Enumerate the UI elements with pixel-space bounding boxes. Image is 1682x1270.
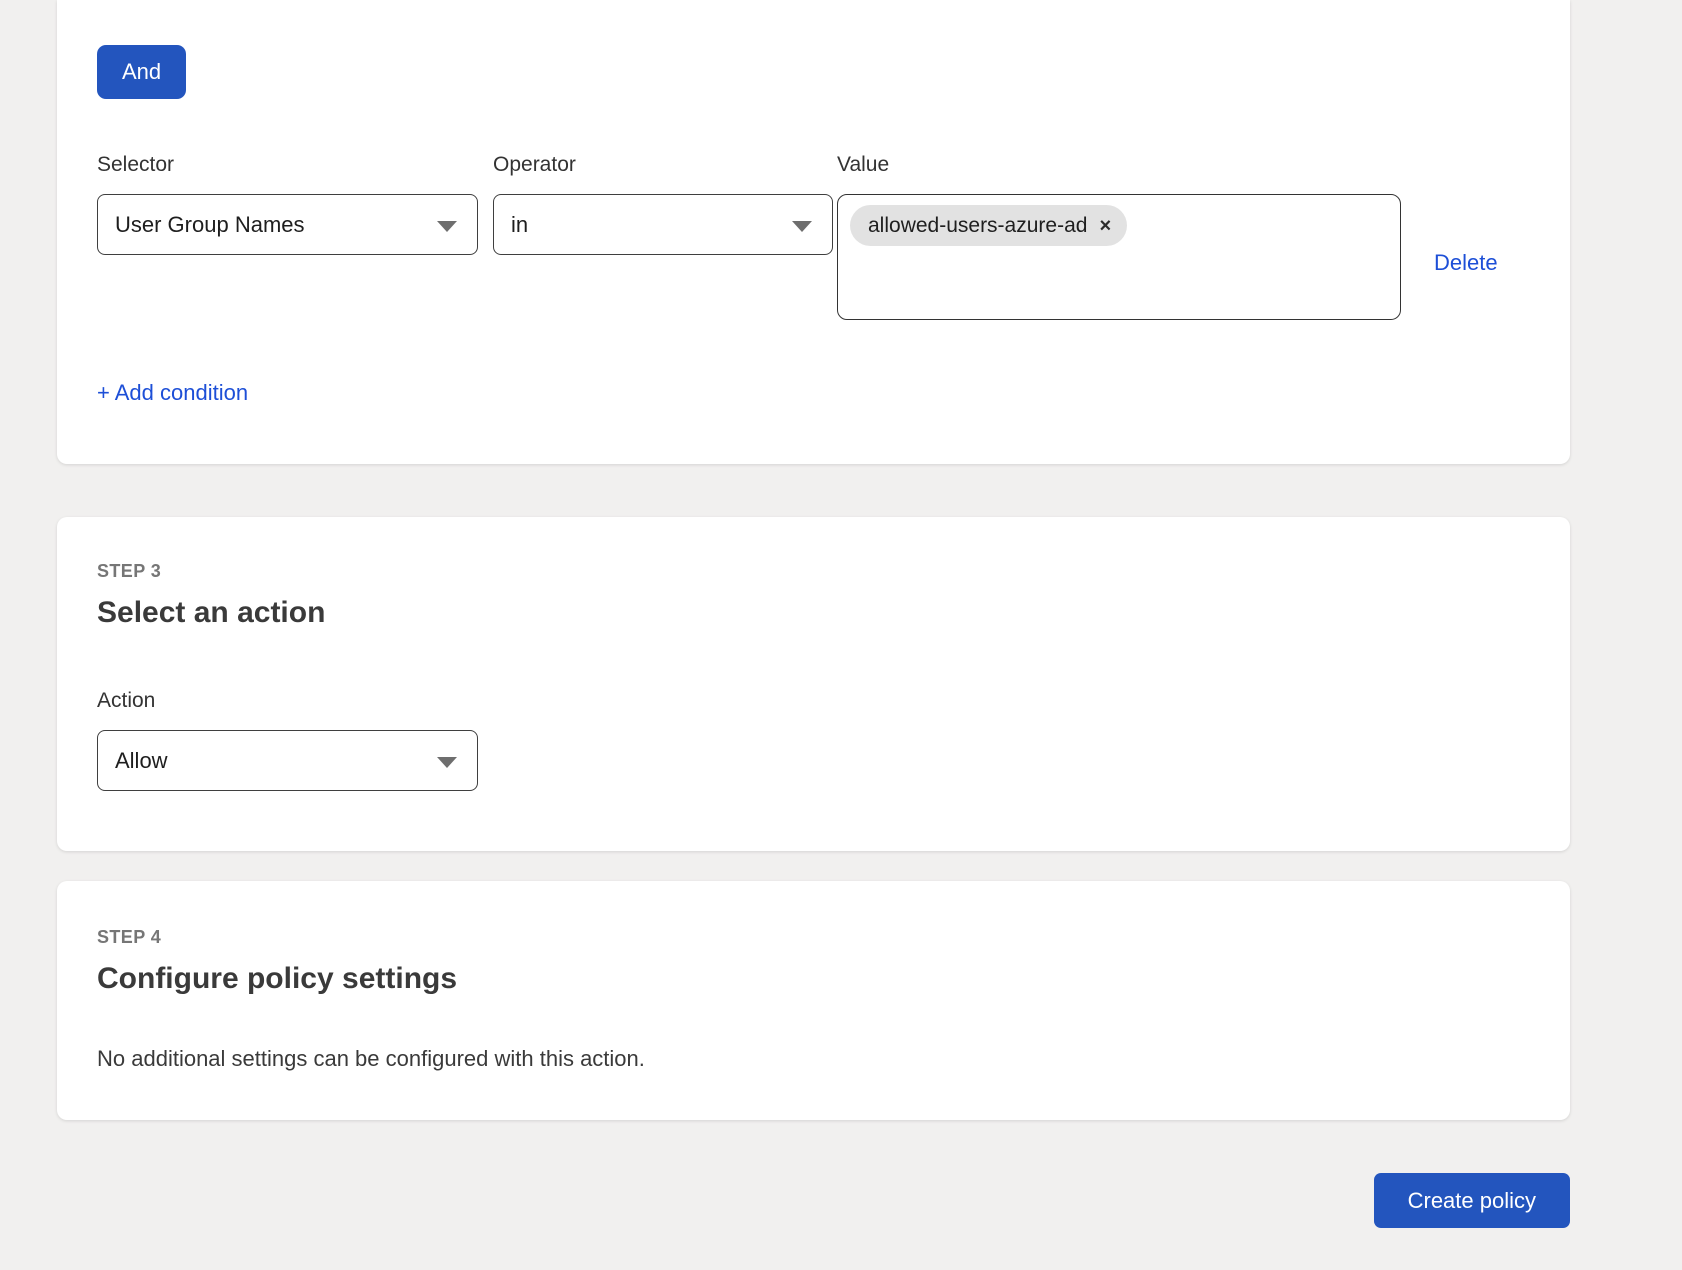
create-policy-button[interactable]: Create policy: [1374, 1173, 1570, 1228]
value-tags-input[interactable]: allowed-users-azure-ad ×: [837, 194, 1401, 320]
step3-label: STEP 3: [97, 560, 1530, 582]
step4-title: Configure policy settings: [97, 962, 1530, 996]
footer-actions: Create policy: [57, 1173, 1570, 1228]
and-operator-button[interactable]: And: [97, 45, 186, 99]
selector-field: Selector User Group Names: [97, 152, 478, 255]
delete-condition-link[interactable]: Delete: [1434, 250, 1498, 276]
condition-row: Selector User Group Names Operator in Va…: [97, 152, 1530, 320]
operator-field: Operator in: [478, 152, 833, 255]
selector-dropdown[interactable]: User Group Names: [97, 194, 478, 255]
step4-label: STEP 4: [97, 926, 1530, 948]
condition-card: And Selector User Group Names Operator i…: [57, 0, 1570, 464]
chevron-down-icon: [437, 757, 457, 768]
selector-label: Selector: [97, 152, 478, 177]
chevron-down-icon: [437, 221, 457, 232]
tag-remove-icon[interactable]: ×: [1099, 216, 1111, 236]
value-tag: allowed-users-azure-ad ×: [850, 205, 1127, 246]
step4-description: No additional settings can be configured…: [97, 1046, 1530, 1072]
operator-dropdown-value: in: [511, 212, 528, 238]
value-tag-text: allowed-users-azure-ad: [868, 214, 1087, 238]
action-dropdown-value: Allow: [115, 748, 168, 774]
operator-dropdown[interactable]: in: [493, 194, 833, 255]
step3-card: STEP 3 Select an action Action Allow: [57, 517, 1570, 851]
selector-dropdown-value: User Group Names: [115, 212, 305, 238]
step3-title: Select an action: [97, 596, 1530, 630]
policy-builder-page: And Selector User Group Names Operator i…: [0, 0, 1682, 1270]
operator-label: Operator: [493, 152, 833, 177]
add-condition-link[interactable]: + Add condition: [97, 380, 248, 406]
step4-card: STEP 4 Configure policy settings No addi…: [57, 881, 1570, 1120]
action-dropdown[interactable]: Allow: [97, 730, 478, 791]
chevron-down-icon: [792, 221, 812, 232]
action-label: Action: [97, 688, 1530, 713]
value-field: Value allowed-users-azure-ad ×: [833, 152, 1401, 320]
value-label: Value: [837, 152, 1401, 177]
